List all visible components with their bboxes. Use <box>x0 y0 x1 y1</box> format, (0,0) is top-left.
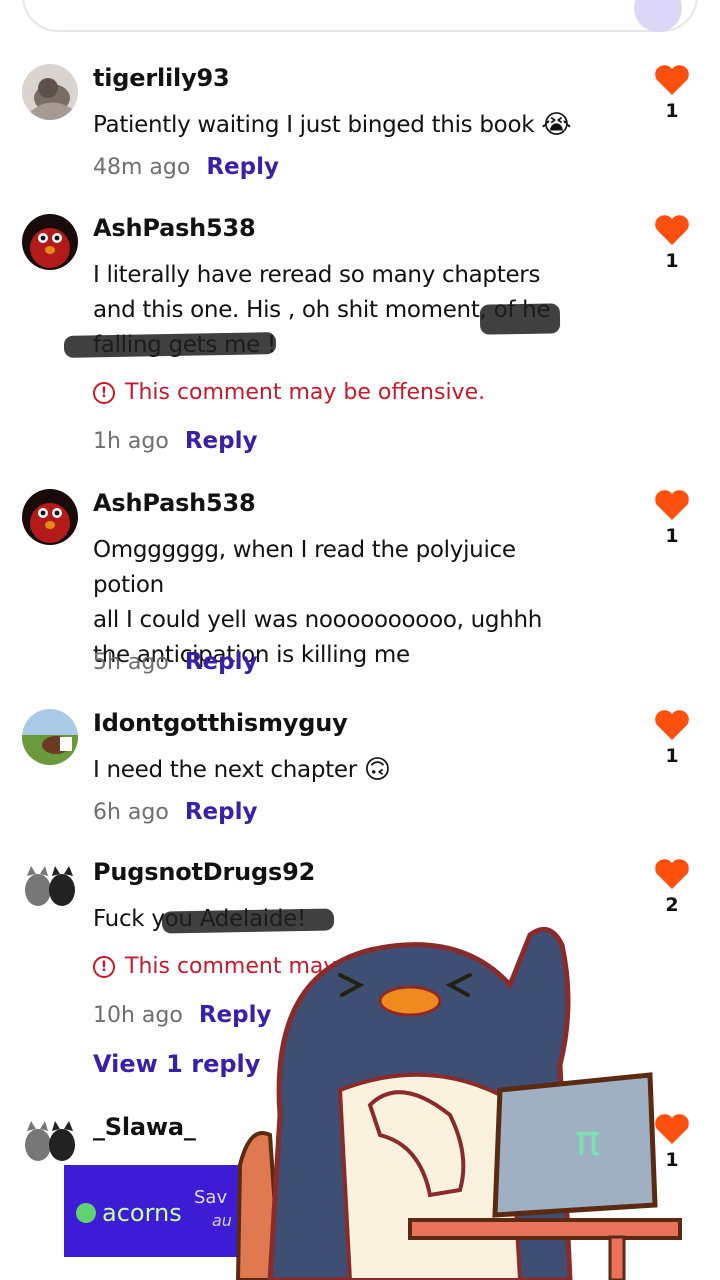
comment-meta: 6h ago Reply <box>93 799 258 825</box>
send-button[interactable] <box>634 0 682 32</box>
reply-button[interactable]: Reply <box>185 799 258 825</box>
avatar[interactable] <box>22 858 78 914</box>
comment-timestamp: 1h ago <box>93 429 169 454</box>
like-button[interactable]: 1 <box>652 64 692 122</box>
avatar[interactable] <box>22 709 78 765</box>
reply-button[interactable]: Reply <box>206 154 279 180</box>
comment-timestamp: 5h ago <box>93 650 169 675</box>
offensive-warning: ! This comment may be offensive. <box>93 380 485 405</box>
alert-icon: ! <box>93 381 115 404</box>
upside-down-face-emoji: 🙃 <box>363 755 391 785</box>
avatar[interactable] <box>22 214 78 270</box>
laptop-logo: π <box>575 1116 600 1165</box>
like-button[interactable]: 2 <box>652 858 692 916</box>
heart-icon <box>655 65 689 95</box>
like-count: 1 <box>665 745 679 767</box>
like-count: 2 <box>665 894 679 916</box>
ad-tagline: Sav <box>194 1187 228 1208</box>
ad-banner[interactable]: acorns Sav au <box>64 1165 254 1257</box>
penguin-laptop-sticker: π <box>235 926 682 1280</box>
avatar[interactable] <box>22 1113 78 1169</box>
avatar[interactable] <box>22 64 78 120</box>
redaction-scribble <box>479 303 561 335</box>
like-count: 1 <box>665 100 679 122</box>
like-count: 1 <box>665 250 679 272</box>
like-button[interactable]: 1 <box>652 214 692 272</box>
comment-meta: 1h ago Reply <box>93 428 258 454</box>
acorns-logo-icon <box>76 1203 96 1223</box>
comment-input[interactable] <box>22 0 698 32</box>
acorns-logo: acorns <box>76 1199 182 1227</box>
comment-timestamp: 6h ago <box>93 800 169 825</box>
comment-meta: 48m ago Reply <box>93 154 279 180</box>
comment-timestamp: 48m ago <box>93 155 191 180</box>
comment-username[interactable]: AshPash538 <box>93 489 256 517</box>
avatar[interactable] <box>22 489 78 545</box>
heart-icon <box>655 215 689 245</box>
like-button[interactable]: 1 <box>652 489 692 547</box>
comment-username[interactable]: AshPash538 <box>93 214 256 242</box>
comment-username[interactable]: PugsnotDrugs92 <box>93 858 315 886</box>
comment-username[interactable]: _Slawa_ <box>93 1113 196 1141</box>
comment-timestamp: 10h ago <box>93 1003 183 1028</box>
reply-button[interactable]: Reply <box>185 649 258 675</box>
like-count: 1 <box>665 525 679 547</box>
reply-button[interactable]: Reply <box>185 428 258 454</box>
ad-tagline-line2: au <box>212 1211 232 1230</box>
redaction-scribble <box>63 332 277 358</box>
comment-text: I need the next chapter 🙃 <box>93 753 593 788</box>
like-button[interactable]: 1 <box>652 709 692 767</box>
alert-icon: ! <box>93 955 115 978</box>
heart-icon <box>655 490 689 520</box>
comment-text: Patiently waiting I just binged this boo… <box>93 108 593 143</box>
comment-meta: 5h ago Reply <box>93 649 258 675</box>
comment-username[interactable]: tigerlily93 <box>93 64 230 92</box>
crying-face-emoji: 😭 <box>541 110 572 140</box>
comment-username[interactable]: Idontgotthismyguy <box>93 709 348 737</box>
heart-icon <box>655 859 689 889</box>
heart-icon <box>655 710 689 740</box>
